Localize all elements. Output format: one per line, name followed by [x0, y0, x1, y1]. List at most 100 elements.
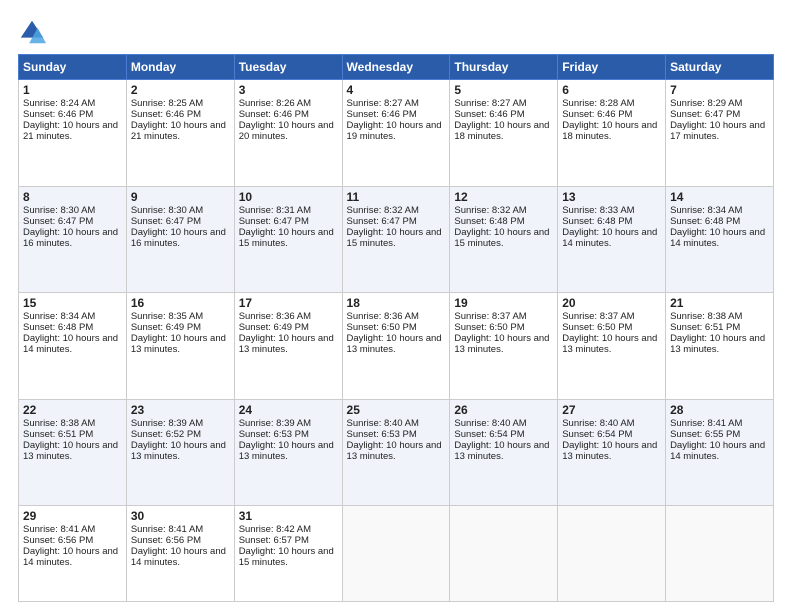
sunset-text: Sunset: 6:48 PM — [562, 216, 632, 227]
day-number: 4 — [347, 83, 446, 97]
day-number: 17 — [239, 296, 338, 310]
day-cell-30: 30Sunrise: 8:41 AMSunset: 6:56 PMDayligh… — [126, 506, 234, 602]
daylight-text: Daylight: 10 hours and 17 minutes. — [670, 120, 765, 142]
sunset-text: Sunset: 6:46 PM — [347, 109, 417, 120]
sunset-text: Sunset: 6:53 PM — [239, 429, 309, 440]
sunset-text: Sunset: 6:50 PM — [562, 322, 632, 333]
day-cell-1: 1Sunrise: 8:24 AMSunset: 6:46 PMDaylight… — [19, 80, 127, 187]
day-cell-23: 23Sunrise: 8:39 AMSunset: 6:52 PMDayligh… — [126, 399, 234, 506]
day-number: 31 — [239, 509, 338, 523]
day-cell-21: 21Sunrise: 8:38 AMSunset: 6:51 PMDayligh… — [666, 293, 774, 400]
sunrise-text: Sunrise: 8:34 AM — [23, 311, 95, 322]
sunset-text: Sunset: 6:46 PM — [23, 109, 93, 120]
sunrise-text: Sunrise: 8:39 AM — [239, 418, 311, 429]
sunset-text: Sunset: 6:57 PM — [239, 535, 309, 546]
sunset-text: Sunset: 6:55 PM — [670, 429, 740, 440]
sunrise-text: Sunrise: 8:27 AM — [347, 98, 419, 109]
sunrise-text: Sunrise: 8:41 AM — [131, 524, 203, 535]
sunrise-text: Sunrise: 8:30 AM — [23, 205, 95, 216]
day-cell-15: 15Sunrise: 8:34 AMSunset: 6:48 PMDayligh… — [19, 293, 127, 400]
week-row-4: 22Sunrise: 8:38 AMSunset: 6:51 PMDayligh… — [19, 399, 774, 506]
sunrise-text: Sunrise: 8:40 AM — [347, 418, 419, 429]
sunset-text: Sunset: 6:47 PM — [23, 216, 93, 227]
day-cell-7: 7Sunrise: 8:29 AMSunset: 6:47 PMDaylight… — [666, 80, 774, 187]
daylight-text: Daylight: 10 hours and 14 minutes. — [670, 440, 765, 462]
day-header-monday: Monday — [126, 55, 234, 80]
daylight-text: Daylight: 10 hours and 13 minutes. — [131, 333, 226, 355]
sunrise-text: Sunrise: 8:32 AM — [454, 205, 526, 216]
sunset-text: Sunset: 6:48 PM — [454, 216, 524, 227]
day-header-wednesday: Wednesday — [342, 55, 450, 80]
day-number: 13 — [562, 190, 661, 204]
sunrise-text: Sunrise: 8:40 AM — [454, 418, 526, 429]
sunrise-text: Sunrise: 8:30 AM — [131, 205, 203, 216]
sunrise-text: Sunrise: 8:36 AM — [239, 311, 311, 322]
daylight-text: Daylight: 10 hours and 15 minutes. — [239, 546, 334, 568]
day-cell-27: 27Sunrise: 8:40 AMSunset: 6:54 PMDayligh… — [558, 399, 666, 506]
sunset-text: Sunset: 6:56 PM — [23, 535, 93, 546]
daylight-text: Daylight: 10 hours and 13 minutes. — [670, 333, 765, 355]
day-number: 12 — [454, 190, 553, 204]
week-row-2: 8Sunrise: 8:30 AMSunset: 6:47 PMDaylight… — [19, 186, 774, 293]
sunset-text: Sunset: 6:49 PM — [239, 322, 309, 333]
sunrise-text: Sunrise: 8:33 AM — [562, 205, 634, 216]
day-cell-24: 24Sunrise: 8:39 AMSunset: 6:53 PMDayligh… — [234, 399, 342, 506]
day-cell-6: 6Sunrise: 8:28 AMSunset: 6:46 PMDaylight… — [558, 80, 666, 187]
calendar-table: SundayMondayTuesdayWednesdayThursdayFrid… — [18, 54, 774, 602]
day-cell-9: 9Sunrise: 8:30 AMSunset: 6:47 PMDaylight… — [126, 186, 234, 293]
day-cell-29: 29Sunrise: 8:41 AMSunset: 6:56 PMDayligh… — [19, 506, 127, 602]
day-header-sunday: Sunday — [19, 55, 127, 80]
day-header-tuesday: Tuesday — [234, 55, 342, 80]
calendar-body: 1Sunrise: 8:24 AMSunset: 6:46 PMDaylight… — [19, 80, 774, 602]
sunset-text: Sunset: 6:46 PM — [454, 109, 524, 120]
sunrise-text: Sunrise: 8:37 AM — [562, 311, 634, 322]
day-cell-20: 20Sunrise: 8:37 AMSunset: 6:50 PMDayligh… — [558, 293, 666, 400]
daylight-text: Daylight: 10 hours and 13 minutes. — [347, 440, 442, 462]
day-number: 22 — [23, 403, 122, 417]
daylight-text: Daylight: 10 hours and 18 minutes. — [562, 120, 657, 142]
empty-cell — [450, 506, 558, 602]
day-number: 3 — [239, 83, 338, 97]
day-number: 5 — [454, 83, 553, 97]
day-number: 20 — [562, 296, 661, 310]
logo-icon — [18, 18, 46, 46]
sunrise-text: Sunrise: 8:41 AM — [23, 524, 95, 535]
day-number: 16 — [131, 296, 230, 310]
day-cell-28: 28Sunrise: 8:41 AMSunset: 6:55 PMDayligh… — [666, 399, 774, 506]
day-number: 14 — [670, 190, 769, 204]
day-cell-3: 3Sunrise: 8:26 AMSunset: 6:46 PMDaylight… — [234, 80, 342, 187]
day-cell-18: 18Sunrise: 8:36 AMSunset: 6:50 PMDayligh… — [342, 293, 450, 400]
sunrise-text: Sunrise: 8:26 AM — [239, 98, 311, 109]
daylight-text: Daylight: 10 hours and 14 minutes. — [131, 546, 226, 568]
daylight-text: Daylight: 10 hours and 13 minutes. — [454, 333, 549, 355]
daylight-text: Daylight: 10 hours and 15 minutes. — [239, 227, 334, 249]
sunrise-text: Sunrise: 8:38 AM — [23, 418, 95, 429]
sunset-text: Sunset: 6:46 PM — [562, 109, 632, 120]
day-number: 10 — [239, 190, 338, 204]
sunrise-text: Sunrise: 8:37 AM — [454, 311, 526, 322]
daylight-text: Daylight: 10 hours and 16 minutes. — [23, 227, 118, 249]
calendar-header-row: SundayMondayTuesdayWednesdayThursdayFrid… — [19, 55, 774, 80]
day-cell-11: 11Sunrise: 8:32 AMSunset: 6:47 PMDayligh… — [342, 186, 450, 293]
day-number: 25 — [347, 403, 446, 417]
sunrise-text: Sunrise: 8:25 AM — [131, 98, 203, 109]
daylight-text: Daylight: 10 hours and 21 minutes. — [131, 120, 226, 142]
empty-cell — [558, 506, 666, 602]
sunset-text: Sunset: 6:53 PM — [347, 429, 417, 440]
daylight-text: Daylight: 10 hours and 14 minutes. — [670, 227, 765, 249]
day-cell-26: 26Sunrise: 8:40 AMSunset: 6:54 PMDayligh… — [450, 399, 558, 506]
sunrise-text: Sunrise: 8:27 AM — [454, 98, 526, 109]
sunrise-text: Sunrise: 8:32 AM — [347, 205, 419, 216]
day-cell-8: 8Sunrise: 8:30 AMSunset: 6:47 PMDaylight… — [19, 186, 127, 293]
day-number: 7 — [670, 83, 769, 97]
day-header-saturday: Saturday — [666, 55, 774, 80]
day-number: 29 — [23, 509, 122, 523]
sunset-text: Sunset: 6:56 PM — [131, 535, 201, 546]
daylight-text: Daylight: 10 hours and 14 minutes. — [23, 333, 118, 355]
daylight-text: Daylight: 10 hours and 13 minutes. — [347, 333, 442, 355]
sunrise-text: Sunrise: 8:35 AM — [131, 311, 203, 322]
sunset-text: Sunset: 6:54 PM — [562, 429, 632, 440]
daylight-text: Daylight: 10 hours and 13 minutes. — [562, 333, 657, 355]
day-header-friday: Friday — [558, 55, 666, 80]
daylight-text: Daylight: 10 hours and 13 minutes. — [562, 440, 657, 462]
